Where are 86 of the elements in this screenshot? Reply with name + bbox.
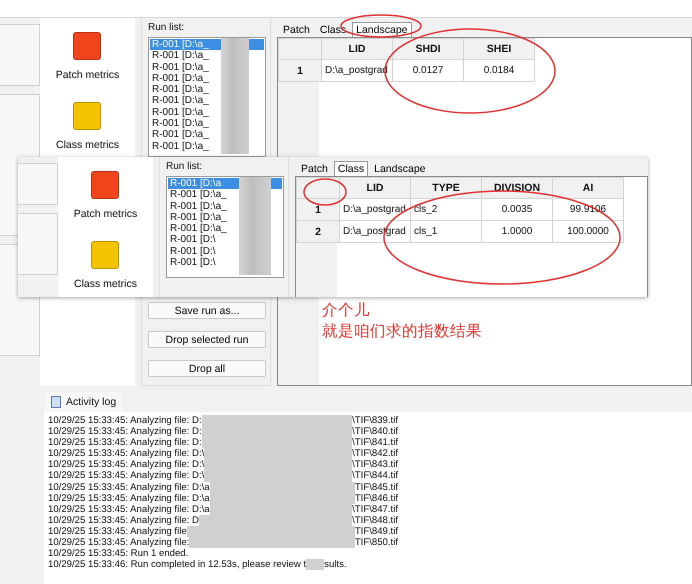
log-line: 10/29/25 15:33:45: Analyzing file: D: — [48, 415, 202, 426]
metric-label: Class metrics — [74, 278, 137, 290]
run-list-item[interactable]: R-001 [D:\a_ — [168, 223, 282, 234]
table-cell: cls_1 — [410, 220, 482, 242]
log-line: 10/29/25 15:33:45: Run 1 ended. — [48, 548, 188, 560]
table-cell: cls_2 — [410, 198, 482, 220]
column-header[interactable]: TYPE — [410, 178, 482, 198]
run-list-item[interactable]: R-001 [D:\a_ — [150, 140, 264, 152]
run-list-label: Run list: — [148, 22, 186, 33]
log-line: 10/29/25 15:33:45: Analyzing file: D:\a — [48, 492, 210, 504]
log-line-end: TIF\845.tif — [354, 482, 398, 493]
run-list-item[interactable]: R-001 [D:\ — [168, 234, 282, 246]
run-list-item[interactable]: R-001 [D:\a_ — [168, 200, 282, 212]
result-tab[interactable]: Patch — [279, 22, 314, 37]
log-line: 10/29/25 15:33:45: Analyzing file: D: — [48, 426, 202, 438]
run-list-item[interactable]: R-001 [D:\a_ — [168, 189, 282, 201]
result-tab[interactable]: Class — [334, 161, 368, 176]
row-number: 1 — [278, 60, 322, 82]
log-line: 10/29/25 15:33:45: Analyzing file: D: — [48, 437, 202, 448]
log-line: 10/29/25 15:33:45: Analyzing file: D:\a — [48, 504, 210, 515]
log-line: 10/29/25 15:33:46: Run completed in 12.53s, please review t — [48, 559, 306, 570]
run-list-item[interactable]: R-001 [D:\a_ — [150, 50, 264, 62]
column-header[interactable]: AI — [552, 178, 624, 198]
metric-icon[interactable] — [91, 241, 120, 269]
annotation-circle — [303, 178, 347, 206]
column-header[interactable]: SHEI — [464, 38, 534, 60]
document-icon — [51, 396, 61, 408]
log-line: 10/29/25 15:33:45: Analyzing file: D:\ — [48, 448, 204, 460]
run-list-item[interactable]: R-001 [D:\a_ — [168, 212, 282, 224]
column-header[interactable]: DIVISION — [482, 178, 552, 198]
redaction-blur — [306, 559, 324, 570]
result-tab[interactable]: Landscape — [352, 22, 412, 37]
metric-icon[interactable] — [91, 171, 120, 199]
run-list-label: Run list: — [166, 161, 204, 172]
log-line: 10/29/25 15:33:45: Analyzing file: D — [48, 514, 199, 526]
log-line-end: \TIF\843.tif — [352, 459, 398, 470]
run-list-item[interactable]: R-001 [D:\a_ — [150, 72, 264, 84]
metric-label: Class metrics — [56, 139, 119, 151]
table-cell: 0.0035 — [482, 198, 552, 220]
log-line: 10/29/25 15:33:45: Analyzing file: — [48, 537, 190, 548]
result-tab[interactable]: Landscape — [370, 161, 430, 176]
run-list-item[interactable]: R-001 [D:\ — [168, 246, 282, 258]
column-header[interactable]: LID — [340, 178, 410, 198]
result-tab[interactable]: Patch — [297, 161, 332, 176]
table-cell: 0.0184 — [464, 60, 534, 82]
run-list-item[interactable]: R-001 [D:\a_ — [150, 95, 264, 107]
annotation-text: 就是咱们求的指数结果 — [322, 321, 482, 342]
run-list-item[interactable]: R-001 [D:\a_ — [150, 62, 264, 73]
log-line-end: \TIF\841.tif — [352, 437, 398, 448]
table-cell: 0.0127 — [392, 60, 464, 82]
column-header[interactable]: LID — [322, 38, 392, 60]
run-list-item[interactable]: R-001 [D:\a_ — [150, 106, 264, 118]
table-cell: D:\a_postgrad — [340, 198, 410, 220]
log-line-end: TIF\849.tif — [354, 526, 398, 538]
metric-icon[interactable] — [73, 32, 102, 60]
action-button[interactable]: Drop selected run — [148, 331, 266, 348]
row-number: 1 — [296, 198, 340, 220]
log-line: 10/29/25 15:33:45: Analyzing file: D:\ — [48, 470, 204, 482]
row-number: 2 — [296, 220, 340, 242]
log-line-end: \TIF\847.tif — [352, 504, 398, 515]
run-list[interactable]: R-001 [D:\a R-001 [D:\a_ R-001 [D:\a_ R-001 [D:\a_ R-001 [D:\a_ R-001 [D:\ R-001 [D:\ R-001 [D:\ — [166, 176, 284, 278]
metric-label: Patch metrics — [74, 208, 138, 220]
log-line-end: TIF\846.tif — [354, 492, 398, 504]
log-line: 10/29/25 15:33:45: Analyzing file: D:\ — [48, 459, 204, 470]
table-cell: 1.0000 — [482, 220, 552, 242]
run-list-item[interactable]: R-001 [D:\ — [168, 257, 282, 268]
log-line-end: TIF\850.tif — [354, 537, 398, 548]
log-line-end: sults. — [324, 559, 347, 570]
action-button[interactable]: Drop all — [148, 360, 266, 377]
log-line-end: \TIF\844.tif — [352, 470, 398, 482]
log-line-end: \TIF\842.tif — [352, 448, 398, 460]
log-line-end: \TIF\840.tif — [352, 426, 398, 438]
metric-label: Patch metrics — [56, 69, 120, 81]
metric-icon[interactable] — [73, 102, 102, 130]
log-line: 10/29/25 15:33:45: Analyzing file: D:\a — [48, 482, 210, 493]
log-line: 10/29/25 15:33:45: Analyzing file — [48, 526, 187, 538]
action-button[interactable]: Save run as... — [148, 302, 266, 319]
run-list-item[interactable]: R-001 [D:\a_ — [150, 118, 264, 130]
run-list[interactable]: R-001 [D:\a_ R-001 [D:\a_ R-001 [D:\a_ R-001 [D:\a_ R-001 [D:\a_ R-001 [D:\a_ R-001 [D:\a_ R-001 [D:\a_ R-001 [D:\a_ R-001 [D:\a_ — [148, 37, 266, 157]
log-line-end: \TIF\848.tif — [352, 514, 398, 526]
log-line-end: \TIF\839.tif — [352, 415, 398, 426]
run-list-item[interactable]: R-001 [D:\a_ — [150, 129, 264, 141]
annotation-text: 介个儿 — [322, 300, 371, 321]
table-cell: 100.0000 — [552, 220, 624, 242]
column-header[interactable]: SHDI — [392, 38, 464, 60]
run-list-item[interactable]: R-001 [D:\a_ — [150, 84, 264, 96]
